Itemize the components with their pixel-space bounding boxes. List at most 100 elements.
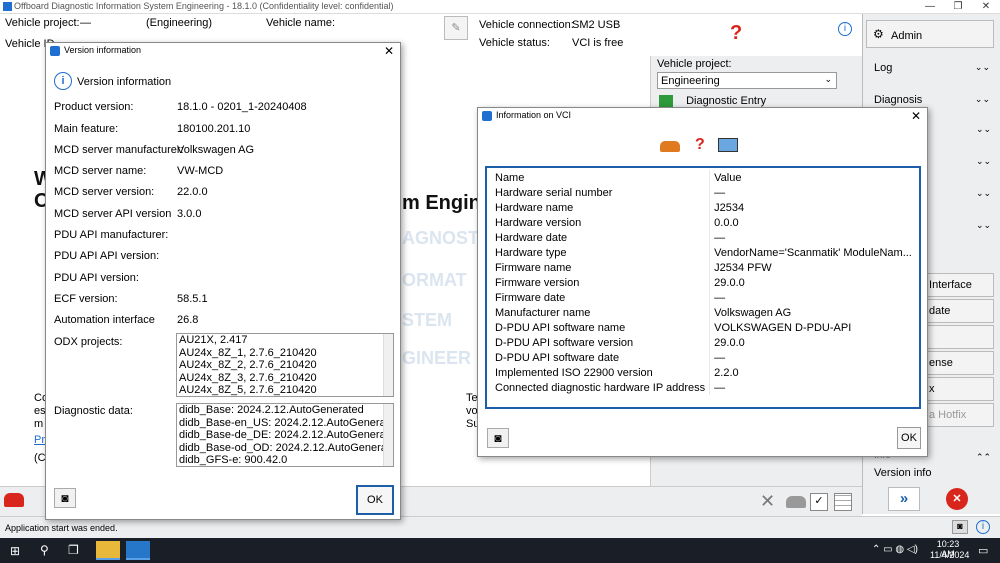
clock-date[interactable]: 11/4/2024 — [930, 550, 969, 560]
list-item[interactable]: AU24x_8Z_5, 2.7.6_210420 — [177, 384, 393, 396]
table-row[interactable]: Manufacturer name Volkswagen AG — [491, 305, 916, 320]
help-car-icon[interactable]: ? — [730, 22, 742, 45]
chevron-double-down-icon: ⌄⌄ — [974, 94, 990, 104]
camera-icon[interactable]: ◙ — [54, 488, 76, 508]
diagnostic-data-list[interactable]: didb_Base: 2024.2.12.AutoGenerated didb_B… — [176, 403, 394, 467]
stop-icon[interactable]: ✕ — [946, 488, 968, 510]
close-icon[interactable]: ✕ — [911, 109, 921, 123]
version-info-item[interactable]: Version info — [874, 467, 931, 479]
version-row-label: PDU API manufacturer: — [54, 229, 169, 241]
version-row-label: MCD server manufacturer: — [54, 144, 184, 156]
camera-icon[interactable]: ◙ — [952, 520, 968, 534]
table-row[interactable]: Hardware date — — [491, 230, 916, 245]
cross-tools-icon[interactable]: ✕ — [760, 491, 775, 512]
odis-app-icon[interactable] — [126, 541, 150, 560]
info-icon[interactable]: i — [838, 22, 852, 36]
cell-value: VendorName='Scanmatik' ModuleNam... — [714, 246, 912, 259]
cell-name: Firmware date — [491, 290, 711, 305]
connection-value: SM2 USB — [572, 19, 621, 31]
info-icon[interactable]: i — [976, 520, 990, 534]
vehicle-project-select[interactable]: Engineering ⌄ — [657, 72, 837, 89]
cell-name: Manufacturer name — [491, 305, 711, 320]
laptop-icon — [718, 138, 738, 152]
notification-icon[interactable]: ▭ — [978, 544, 988, 557]
version-row-label: Product version: — [54, 101, 134, 113]
diagnostic-entry-button[interactable]: Diagnostic Entry — [659, 95, 857, 107]
version-row-value: 180100.201.10 — [177, 123, 251, 135]
list-item[interactable]: didb_Base-de_DE: 2024.2.12.AutoGenerated — [177, 429, 393, 442]
table-row[interactable]: Hardware version 0.0.0 — [491, 215, 916, 230]
list-item[interactable]: didb_Base: 2024.2.12.AutoGenerated — [177, 404, 393, 417]
chevron-double-down-icon[interactable]: ⌄⌄ — [976, 124, 991, 135]
bg-ghost-3: STEM — [402, 310, 453, 330]
column-header[interactable]: Name — [491, 170, 711, 185]
status-value: VCI is free — [572, 37, 624, 49]
cell-name: Implemented ISO 22900 version — [491, 365, 711, 380]
admin-button[interactable]: ⚙ Admin — [866, 20, 994, 48]
vci-ok-button[interactable]: OK — [897, 427, 921, 449]
cell-name: Hardware serial number — [491, 185, 711, 200]
table-row[interactable]: Connected diagnostic hardware IP address… — [491, 380, 916, 395]
status-label: Vehicle status: — [479, 37, 550, 49]
car-grey-icon[interactable] — [786, 496, 806, 508]
forward-button[interactable]: » — [888, 487, 920, 511]
title-bar: Offboard Diagnostic Information System E… — [0, 0, 1000, 14]
list-item[interactable]: didb_GFS-e: 900.42.0 — [177, 454, 393, 466]
list-item[interactable]: AU24x_8Z_2, 2.7.6_210420 — [177, 359, 393, 372]
list-item[interactable]: didb_Base-en_US: 2024.2.12.AutoGenerated — [177, 417, 393, 430]
vci-table[interactable]: Name Value Hardware serial number — Hardware… — [485, 166, 921, 409]
table-row[interactable]: Implemented ISO 22900 version 2.2.0 — [491, 365, 916, 380]
car-icon[interactable] — [4, 493, 24, 507]
version-row-label: MCD server API version — [54, 208, 172, 220]
maximize-button[interactable]: ❐ — [944, 0, 972, 14]
checklist-icon[interactable]: ✓ — [810, 493, 828, 511]
search-icon[interactable]: ⚲ — [40, 543, 49, 557]
table-row[interactable]: Hardware type VendorName='Scanmatik' Modu… — [491, 245, 916, 260]
table-row[interactable]: D-PDU API software version 29.0.0 — [491, 335, 916, 350]
camera-icon[interactable]: ◙ — [487, 428, 509, 448]
cell-name: Firmware version — [491, 275, 711, 290]
close-button[interactable]: ✕ — [972, 0, 1000, 14]
notes-icon[interactable]: ✎ — [444, 16, 468, 40]
vehicle-name-label: Vehicle name: — [266, 17, 336, 29]
list-item[interactable]: AU24x_8Z_1, 2.7.6_210420 — [177, 347, 393, 360]
table-row[interactable]: D-PDU API software name VOLKSWAGEN D-PDU-… — [491, 320, 916, 335]
windows-start-icon[interactable]: ⊞ — [10, 544, 20, 558]
dialog-app-icon — [50, 46, 60, 56]
scrollbar[interactable] — [383, 334, 393, 396]
odx-projects-list[interactable]: AU21X, 2.417 AU24x_8Z_1, 2.7.6_210420 AU24… — [176, 333, 394, 397]
diag-label: Diagnostic data: — [54, 405, 133, 417]
close-icon[interactable]: ✕ — [384, 44, 394, 58]
question-icon: ? — [695, 136, 705, 153]
version-row-label: ECF version: — [54, 293, 118, 305]
tray-icons[interactable]: ⌃ ▭ ◍ ◁) — [872, 544, 918, 555]
scrollbar[interactable] — [383, 404, 393, 466]
chevron-double-down-icon[interactable]: ⌄⌄ — [976, 220, 991, 231]
file-explorer-icon[interactable] — [96, 541, 120, 560]
cell-name: D-PDU API software version — [491, 335, 711, 350]
list-item[interactable]: AU21X, 2.417 — [177, 334, 393, 347]
table-row[interactable]: Firmware date — — [491, 290, 916, 305]
chevron-double-down-icon[interactable]: ⌄⌄ — [976, 156, 991, 167]
list-item[interactable]: didb_Base-od_OD: 2024.2.12.AutoGenerated — [177, 442, 393, 455]
cell-name: Connected diagnostic hardware IP address — [491, 380, 711, 395]
table-row[interactable]: Firmware name J2534 PFW — [491, 260, 916, 275]
table-row[interactable]: D-PDU API software date — — [491, 350, 916, 365]
chevron-double-down-icon[interactable]: ⌄⌄ — [976, 188, 991, 199]
table-row[interactable]: Firmware version 29.0.0 — [491, 275, 916, 290]
table-row[interactable]: Hardware serial number — — [491, 185, 916, 200]
version-row-value: Volkswagen AG — [177, 144, 255, 156]
ok-button[interactable]: OK — [356, 485, 394, 515]
task-view-icon[interactable]: ❐ — [68, 543, 79, 557]
table-row[interactable]: Hardware name J2534 — [491, 200, 916, 215]
bg-es: es — [34, 405, 46, 417]
engineering-label: (Engineering) — [146, 17, 213, 29]
minimize-button[interactable]: — — [916, 0, 944, 14]
column-header[interactable]: Value — [710, 170, 916, 185]
table-icon[interactable] — [834, 493, 852, 511]
chevron-double-up-icon[interactable]: ⌃⌃ — [976, 452, 991, 463]
list-item[interactable]: AU24x_8Z_3, 2.7.6_210420 — [177, 372, 393, 385]
version-row-label: MCD server name: — [54, 165, 147, 177]
log-item[interactable]: Log ⌄⌄ — [866, 56, 996, 82]
vci-dialog-titlebar: Information on VCI ✕ — [478, 108, 927, 126]
